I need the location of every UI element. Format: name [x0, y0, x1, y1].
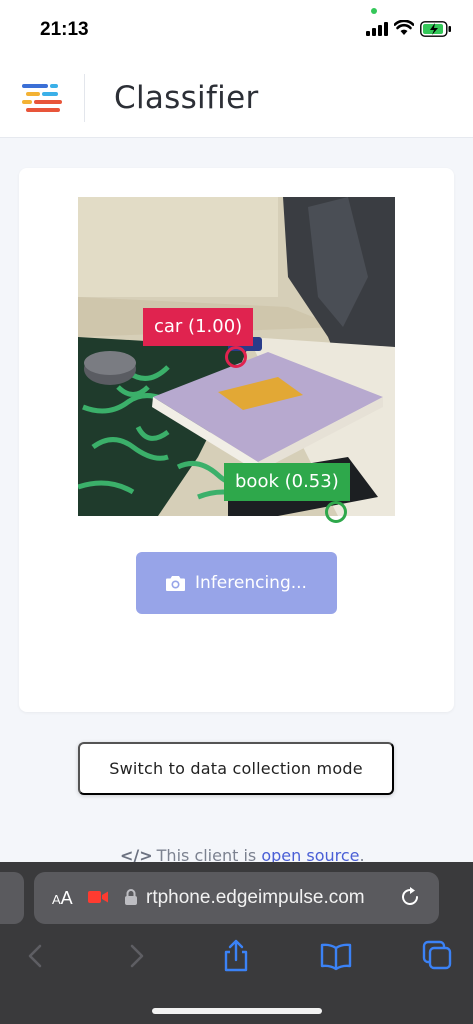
address-bar[interactable]: AA rtphone.edgeimpulse.com	[34, 872, 439, 924]
app-header: Classifier	[0, 60, 473, 138]
share-icon[interactable]	[218, 938, 254, 974]
status-bar: 21:13	[0, 0, 473, 60]
reload-icon[interactable]	[399, 886, 421, 908]
detection-marker-book	[325, 501, 347, 523]
browser-nav-row	[0, 938, 473, 982]
browser-toolbar: AA rtphone.edgeimpulse.com	[0, 862, 473, 1024]
back-icon[interactable]	[18, 938, 54, 974]
reader-options-small-a: A	[52, 892, 61, 907]
previous-tab-preview[interactable]	[0, 872, 24, 924]
detection-label-car: car (1.00)	[143, 308, 254, 346]
detection-label-book: book (0.53)	[224, 463, 350, 501]
forward-icon[interactable]	[118, 938, 154, 974]
page-title: Classifier	[114, 80, 259, 116]
cellular-signal-icon	[366, 22, 388, 36]
header-divider	[84, 74, 85, 122]
home-indicator	[152, 1008, 322, 1014]
inferencing-button-label: Inferencing...	[195, 573, 307, 593]
status-time: 21:13	[40, 19, 89, 40]
switch-to-data-collection-button[interactable]: Switch to data collection mode	[78, 742, 394, 795]
bookmarks-icon[interactable]	[318, 938, 354, 974]
wifi-icon	[394, 20, 414, 35]
reader-options-large-a: A	[60, 888, 73, 908]
battery-charging-icon	[420, 21, 451, 37]
reader-options-button[interactable]: AA	[52, 888, 73, 909]
lock-icon	[125, 889, 137, 905]
tabs-icon[interactable]	[420, 938, 456, 974]
inferencing-button[interactable]: Inferencing...	[136, 552, 337, 614]
camera-in-use-indicator	[371, 8, 377, 14]
camera-recording-icon[interactable]	[88, 890, 108, 904]
edge-impulse-logo-icon[interactable]	[22, 82, 64, 114]
camera-icon	[166, 576, 186, 591]
detection-marker-car	[225, 346, 247, 368]
url-text: rtphone.edgeimpulse.com	[146, 887, 365, 908]
